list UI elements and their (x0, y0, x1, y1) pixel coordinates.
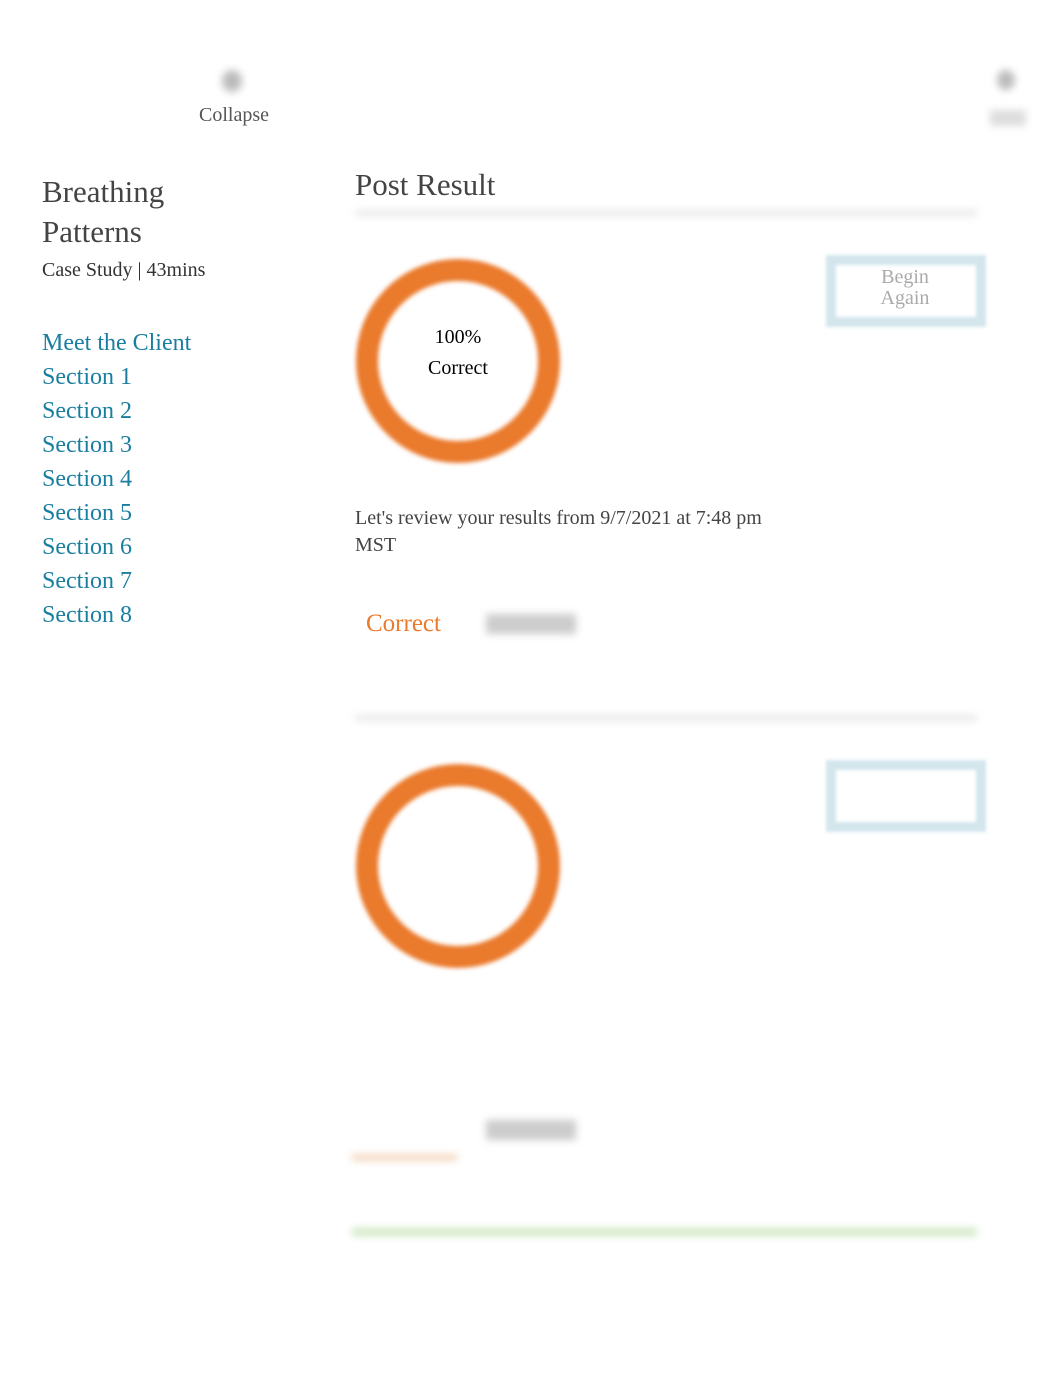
begin-again-button[interactable]: Begin Again (870, 267, 940, 309)
sidebar-item-section-1[interactable]: Section 1 (42, 360, 191, 394)
sidebar-item-section-6[interactable]: Section 6 (42, 530, 191, 564)
review-text: Let's review your results from 9/7/2021 … (355, 507, 762, 556)
sidebar-nav: Meet the Client Section 1 Section 2 Sect… (42, 326, 191, 632)
score-ring-ghost (356, 764, 560, 968)
sidebar-item-section-5[interactable]: Section 5 (42, 496, 191, 530)
sidebar-item-section-2[interactable]: Section 2 (42, 394, 191, 428)
score-percent: 100% (434, 326, 482, 348)
tab-incorrect[interactable] (486, 614, 576, 634)
score-label: Correct (428, 357, 488, 379)
tab-correct[interactable]: Correct (366, 610, 441, 638)
tab-ghost (486, 1120, 576, 1140)
page-title: Post Result (355, 167, 496, 202)
help-icon[interactable] (997, 70, 1015, 90)
button-ghost (826, 760, 986, 832)
sidebar-item-section-4[interactable]: Section 4 (42, 462, 191, 496)
sidebar-item-section-8[interactable]: Section 8 (42, 598, 191, 632)
divider (355, 715, 977, 721)
divider (355, 210, 977, 216)
collapse-icon[interactable] (222, 70, 242, 92)
sidebar-item-meet-client[interactable]: Meet the Client (42, 326, 191, 360)
help-label[interactable] (990, 110, 1026, 126)
collapse-button[interactable]: Collapse (199, 104, 269, 127)
course-subtitle: Case Study | 43mins (42, 259, 206, 281)
course-title: Breathing Patterns (42, 174, 165, 249)
sidebar-item-section-3[interactable]: Section 3 (42, 428, 191, 462)
progress-bar (352, 1228, 977, 1236)
sidebar-item-section-7[interactable]: Section 7 (42, 564, 191, 598)
tab-underline (352, 1155, 457, 1160)
